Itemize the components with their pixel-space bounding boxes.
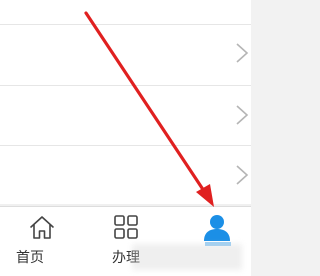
list-row-2[interactable]: [0, 25, 251, 85]
chevron-right-icon: [236, 43, 249, 63]
chevron-right-icon: [236, 165, 249, 185]
tab-home[interactable]: 首页: [0, 207, 84, 276]
person-icon: [204, 215, 230, 241]
grid-icon: [114, 215, 138, 239]
list-row-3[interactable]: [0, 86, 251, 145]
home-icon: [30, 216, 54, 239]
list-row-4[interactable]: [0, 146, 251, 204]
tab-home-label: 首页: [16, 250, 44, 266]
content-list: [0, 0, 251, 206]
watermark-blur: [132, 244, 242, 270]
chevron-right-icon: [236, 105, 249, 125]
